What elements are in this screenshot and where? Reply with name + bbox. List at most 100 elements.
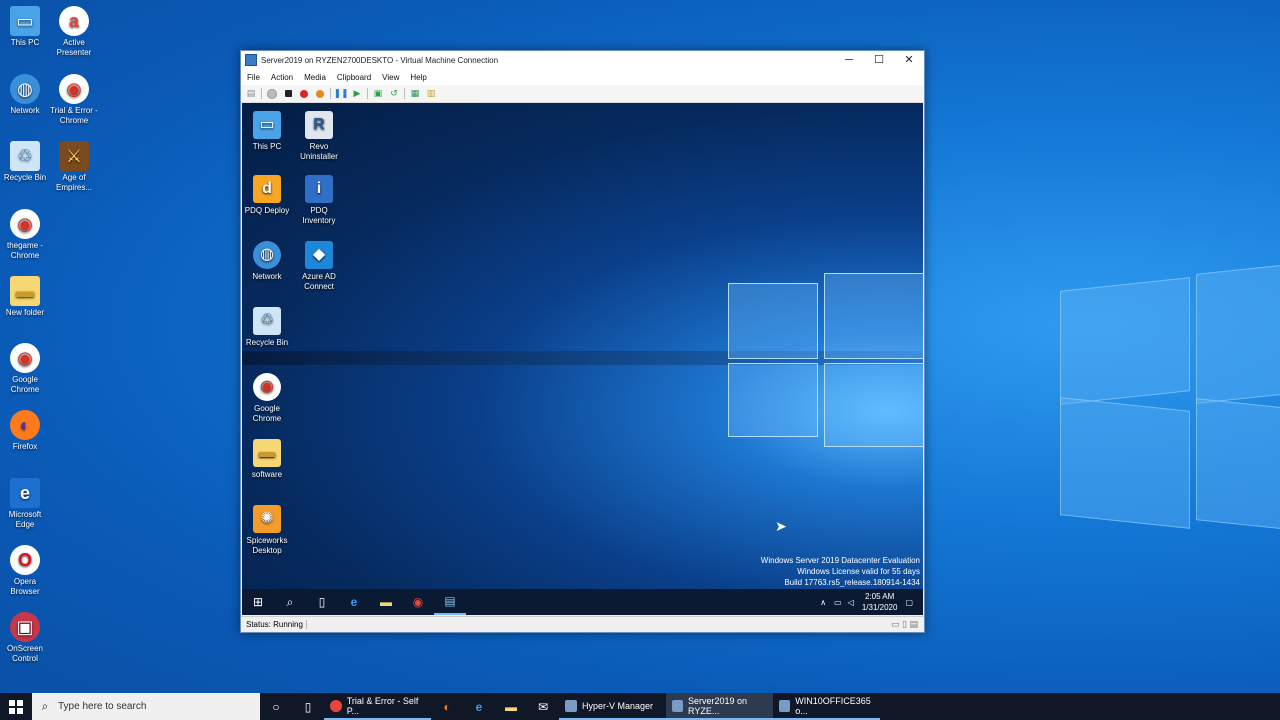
vm-volume-icon[interactable]: ◁ [848, 598, 854, 607]
vm-desktop-icon-pdq-inventory[interactable]: i PDQ Inventory [294, 175, 344, 226]
watermark-line: Build 17763.rs5_release.180914-1434 [784, 578, 920, 587]
maximize-button[interactable]: ☐ [864, 51, 894, 69]
menu-clipboard[interactable]: Clipboard [337, 73, 371, 82]
desktop-icon-network[interactable]: ◍ Network [0, 74, 50, 116]
desktop-icon-label: Firefox [12, 442, 38, 451]
vm-desktop-icon-spiceworks[interactable]: ✺ Spiceworks Desktop [242, 505, 292, 556]
vm-icon-label: Network [252, 272, 282, 281]
checkpoint-icon[interactable]: ▣ [372, 88, 384, 100]
vm-desktop-icon-recycle-bin[interactable]: ♲ Recycle Bin [242, 307, 292, 348]
taskbar-app-win10office365[interactable]: WIN10OFFICE365 o... [773, 693, 880, 720]
desktop-icon-label: Active Presenter [56, 38, 92, 57]
taskbar-app-label: WIN10OFFICE365 o... [795, 695, 871, 716]
mail-icon[interactable]: ✉ [527, 693, 559, 720]
desktop-icon-firefox[interactable]: ◐ Firefox [0, 410, 50, 452]
vm-search-icon[interactable]: ⌕ [274, 589, 306, 615]
cortana-icon[interactable]: ○ [260, 693, 292, 720]
title-bar: Server2019 on RYZEN2700DESKTO - Virtual … [241, 51, 924, 69]
desktop-icon-recycle-bin[interactable]: ♲ Recycle Bin [0, 141, 50, 183]
save-state-icon[interactable] [314, 88, 326, 100]
taskbar-app-chrome[interactable]: Trial & Error - Self P... [324, 693, 431, 720]
vm-tray-chevron-icon[interactable]: ∧ [820, 598, 826, 607]
minimize-button[interactable]: ─ [834, 51, 864, 69]
desktop-icon-google-chrome[interactable]: ◉ Google Chrome [0, 343, 50, 395]
hyperv-icon [565, 699, 577, 712]
start-button[interactable] [0, 693, 32, 720]
desktop-icon-label: Trial & Error - Chrome [50, 106, 98, 125]
enhanced-session-icon[interactable]: ▦ [409, 88, 421, 100]
chrome-icon: ◉ [10, 343, 40, 373]
edge-taskbar-icon[interactable]: e [463, 693, 495, 720]
desktop-icon-opera[interactable]: O Opera Browser [0, 545, 50, 597]
menu-view[interactable]: View [382, 73, 399, 82]
pause-icon[interactable]: ❚❚ [333, 88, 348, 100]
chrome-icon: ◉ [59, 74, 89, 104]
pdq-inventory-icon: i [305, 175, 333, 203]
watermark-line: Windows License valid for 55 days [797, 567, 920, 576]
chrome-icon: ◉ [253, 373, 281, 401]
folder-icon: ▬ [253, 439, 281, 467]
file-explorer-icon[interactable]: ▬ [495, 693, 527, 720]
vm-icon-label: Spiceworks Desktop [246, 536, 288, 555]
vm-desktop-icon-software[interactable]: ▬ software [242, 439, 292, 480]
task-view-icon[interactable]: ▯ [292, 693, 324, 720]
taskbar-app-server2019[interactable]: Server2019 on RYZE... [666, 693, 773, 720]
vm-system-tray: ∧ ▭ ◁ 2:05 AM 1/31/2020 ▢ [820, 591, 923, 613]
search-placeholder: Type here to search [58, 701, 147, 712]
desktop-icon-trial-error-chrome[interactable]: ◉ Trial & Error - Chrome [49, 74, 99, 126]
edge-icon: e [10, 478, 40, 508]
turn-off-icon[interactable] [282, 88, 294, 100]
chrome-icon [330, 699, 342, 712]
vm-desktop-icon-revo-uninstaller[interactable]: R Revo Uninstaller [294, 111, 344, 162]
vm-desktop-icon-google-chrome[interactable]: ◉ Google Chrome [242, 373, 292, 424]
desktop-icon-label: Network [10, 106, 40, 115]
host-taskbar: ⌕ Type here to search ○ ▯ Trial & Error … [0, 693, 1280, 720]
start-icon[interactable] [266, 88, 278, 100]
vm-desktop-icon-azure-ad-connect[interactable]: ◆ Azure AD Connect [294, 241, 344, 292]
vm-task-view-icon[interactable]: ▯ [306, 589, 338, 615]
ctrl-alt-del-icon[interactable]: ▤ [245, 88, 257, 100]
close-button[interactable]: ✕ [894, 51, 924, 69]
share-icon[interactable]: ▥ [425, 88, 437, 100]
vm-icon-label: PDQ Deploy [244, 206, 290, 215]
desktop-icon-new-folder[interactable]: ▬ New folder [0, 276, 50, 318]
menu-action[interactable]: Action [271, 73, 293, 82]
menu-file[interactable]: File [247, 73, 260, 82]
vm-file-explorer-icon[interactable]: ▬ [370, 589, 402, 615]
taskbar-search-box[interactable]: ⌕ Type here to search [32, 693, 260, 720]
desktop-icon-thegame-chrome[interactable]: ◉ thegame - Chrome [0, 209, 50, 261]
window-title: Server2019 on RYZEN2700DESKTO - Virtual … [261, 55, 499, 65]
desktop-icon-active-presenter[interactable]: a Active Presenter [49, 6, 99, 58]
menu-help[interactable]: Help [410, 73, 426, 82]
shut-down-icon[interactable] [298, 88, 310, 100]
vm-server-manager-icon[interactable]: ▤ [434, 589, 466, 615]
spiceworks-icon: ✺ [253, 505, 281, 533]
vm-icon-label: PDQ Inventory [302, 206, 336, 225]
vm-notification-icon[interactable]: ▢ [905, 598, 913, 607]
vm-desktop-icon-this-pc[interactable]: ▭ This PC [242, 111, 292, 152]
desktop-icon-age-of-empires[interactable]: ⚔ Age of Empires... [49, 141, 99, 193]
watermark-line: Windows Server 2019 Datacenter Evaluatio… [760, 556, 920, 565]
vm-desktop-icon-network[interactable]: ◍ Network [242, 241, 292, 282]
desktop-icon-onscreen-control[interactable]: ▣ OnScreen Control [0, 612, 50, 664]
vm-clock[interactable]: 2:05 AM 1/31/2020 [862, 591, 898, 613]
vm-desktop-icon-pdq-deploy[interactable]: d PDQ Deploy [242, 175, 292, 216]
revert-icon[interactable]: ↺ [388, 88, 400, 100]
resume-icon[interactable]: ▶ [351, 88, 363, 100]
menu-media[interactable]: Media [304, 73, 326, 82]
age-of-empires-icon: ⚔ [59, 141, 89, 171]
revo-uninstaller-icon: R [305, 111, 333, 139]
taskbar-app-hyperv-manager[interactable]: Hyper-V Manager [559, 693, 666, 720]
firefox-taskbar-icon[interactable]: ◐ [431, 693, 463, 720]
vm-connection-icon [672, 699, 683, 712]
vm-network-icon[interactable]: ▭ [834, 598, 842, 607]
vm-start-button[interactable]: ⊞ [242, 589, 274, 615]
firefox-icon: ◐ [10, 410, 40, 440]
network-icon: ◍ [10, 74, 40, 104]
desktop-icon-label: Google Chrome [10, 375, 40, 394]
vm-chrome-icon[interactable]: ◉ [402, 589, 434, 615]
vm-ie-icon[interactable]: e [338, 589, 370, 615]
vm-display[interactable]: ▭ This PC R Revo Uninstaller d PDQ Deplo… [242, 103, 923, 615]
desktop-icon-this-pc[interactable]: ▭ This PC [0, 6, 50, 48]
desktop-icon-microsoft-edge[interactable]: e Microsoft Edge [0, 478, 50, 530]
